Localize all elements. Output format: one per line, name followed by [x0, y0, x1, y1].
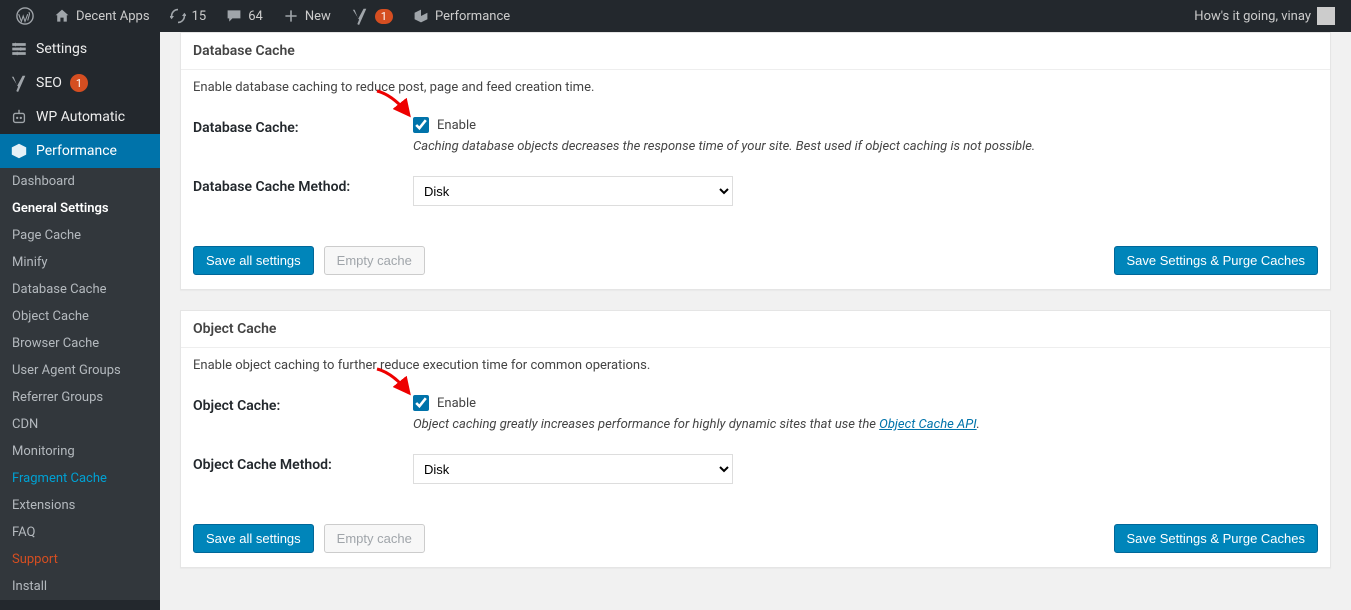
database-cache-hint: Caching database objects decreases the r…: [413, 139, 1318, 154]
database-cache-enable-row[interactable]: Enable: [413, 117, 1318, 133]
submenu-extensions[interactable]: Extensions: [0, 492, 160, 519]
robot-icon: [10, 108, 28, 126]
admin-bar: Decent Apps 15 64 New 1 Performance How'…: [0, 0, 1351, 32]
avatar-icon: [1317, 7, 1335, 25]
sidebar-item-label: Performance: [36, 143, 117, 159]
seo-badge: 1: [70, 74, 88, 92]
sidebar-item-wp-automatic[interactable]: WP Automatic: [0, 100, 160, 134]
object-cache-hint: Object caching greatly increases perform…: [413, 417, 1318, 432]
site-name-link[interactable]: Decent Apps: [46, 0, 158, 32]
submenu-general-settings[interactable]: General Settings: [0, 195, 160, 222]
object-cache-api-link[interactable]: Object Cache API: [879, 417, 976, 432]
submenu-minify[interactable]: Minify: [0, 249, 160, 276]
save-all-settings-button[interactable]: Save all settings: [193, 246, 314, 275]
performance-quick-link[interactable]: Performance: [405, 0, 518, 32]
submenu-referrer-groups[interactable]: Referrer Groups: [0, 384, 160, 411]
notif-badge: 1: [375, 9, 393, 24]
sidebar-item-label: WP Automatic: [36, 109, 125, 125]
database-cache-desc: Enable database caching to reduce post, …: [193, 80, 1318, 95]
submenu-user-agent-groups[interactable]: User Agent Groups: [0, 357, 160, 384]
comments-link[interactable]: 64: [218, 0, 271, 32]
yoast-icon: [10, 74, 28, 92]
database-cache-box: Database Cache Enable database caching t…: [180, 32, 1331, 290]
new-content-link[interactable]: New: [275, 0, 339, 32]
hint-suffix: .: [977, 417, 980, 432]
user-greeting[interactable]: How's it going, vinay: [1186, 0, 1343, 32]
sliders-icon: [10, 40, 28, 58]
object-cache-title: Object Cache: [181, 311, 1330, 348]
cube-icon: [10, 142, 28, 160]
enable-label: Enable: [437, 396, 476, 411]
home-icon: [54, 8, 70, 24]
greeting-text: How's it going, vinay: [1194, 9, 1311, 24]
updates-icon: [170, 8, 186, 24]
database-cache-method-select[interactable]: Disk: [413, 176, 733, 206]
cube-icon: [413, 8, 429, 24]
submenu-dashboard[interactable]: Dashboard: [0, 168, 160, 195]
submenu-monitoring[interactable]: Monitoring: [0, 438, 160, 465]
new-label: New: [305, 9, 331, 24]
object-cache-label: Object Cache:: [193, 395, 413, 432]
enable-label: Enable: [437, 118, 476, 133]
database-cache-method-label: Database Cache Method:: [193, 176, 413, 206]
object-cache-checkbox[interactable]: [413, 395, 429, 411]
object-cache-desc: Enable object caching to further reduce …: [193, 358, 1318, 373]
object-cache-method-select[interactable]: Disk: [413, 454, 733, 484]
empty-cache-button[interactable]: Empty cache: [324, 246, 425, 275]
sidebar-item-performance[interactable]: Performance: [0, 134, 160, 168]
submenu-database-cache[interactable]: Database Cache: [0, 276, 160, 303]
sidebar-item-label: SEO: [36, 75, 62, 91]
empty-cache-button[interactable]: Empty cache: [324, 524, 425, 553]
updates-count: 15: [192, 9, 207, 24]
submenu-page-cache[interactable]: Page Cache: [0, 222, 160, 249]
database-cache-checkbox[interactable]: [413, 117, 429, 133]
database-cache-title: Database Cache: [181, 33, 1330, 70]
comments-count: 64: [248, 9, 263, 24]
save-purge-button[interactable]: Save Settings & Purge Caches: [1114, 246, 1319, 275]
object-cache-box: Object Cache Enable object caching to fu…: [180, 310, 1331, 568]
sidebar-item-seo[interactable]: SEO 1: [0, 66, 160, 100]
hint-prefix: Object caching greatly increases perform…: [413, 417, 879, 432]
yoast-notif[interactable]: 1: [343, 0, 401, 32]
performance-submenu: Dashboard General Settings Page Cache Mi…: [0, 168, 160, 600]
admin-sidebar: Settings SEO 1 WP Automatic Performance …: [0, 32, 160, 610]
plus-icon: [283, 8, 299, 24]
save-purge-button[interactable]: Save Settings & Purge Caches: [1114, 524, 1319, 553]
site-name-label: Decent Apps: [76, 9, 150, 24]
content-area: Database Cache Enable database caching t…: [160, 32, 1351, 610]
submenu-fragment-cache[interactable]: Fragment Cache: [0, 465, 160, 492]
yoast-icon: [351, 7, 369, 25]
sidebar-item-label: Settings: [36, 41, 87, 57]
save-all-settings-button[interactable]: Save all settings: [193, 524, 314, 553]
updates-link[interactable]: 15: [162, 0, 215, 32]
wp-logo[interactable]: [8, 0, 42, 32]
sidebar-item-settings[interactable]: Settings: [0, 32, 160, 66]
object-cache-enable-row[interactable]: Enable: [413, 395, 1318, 411]
wordpress-icon: [16, 7, 34, 25]
submenu-install[interactable]: Install: [0, 573, 160, 600]
database-cache-label: Database Cache:: [193, 117, 413, 154]
performance-label: Performance: [435, 9, 510, 24]
object-cache-method-label: Object Cache Method:: [193, 454, 413, 484]
submenu-browser-cache[interactable]: Browser Cache: [0, 330, 160, 357]
submenu-support[interactable]: Support: [0, 546, 160, 573]
submenu-faq[interactable]: FAQ: [0, 519, 160, 546]
submenu-object-cache[interactable]: Object Cache: [0, 303, 160, 330]
submenu-cdn[interactable]: CDN: [0, 411, 160, 438]
comments-icon: [226, 8, 242, 24]
